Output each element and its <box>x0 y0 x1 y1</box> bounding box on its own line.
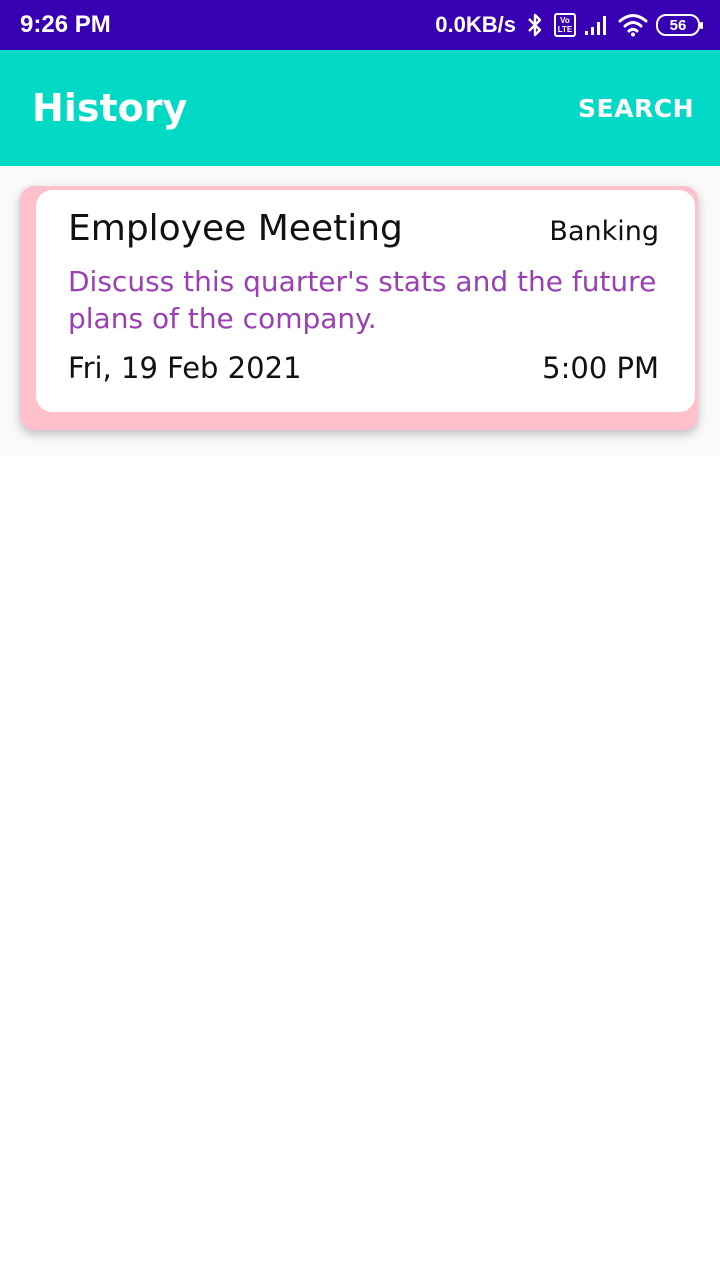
network-speed: 0.0KB/s <box>435 12 516 37</box>
event-category: Banking <box>549 216 659 247</box>
event-time: 5:00 PM <box>542 351 659 385</box>
search-button[interactable]: SEARCH <box>578 94 694 123</box>
status-icons: 0.0KB/s Vo LTE 56 <box>435 12 703 38</box>
volte-bottom-label: LTE <box>557 25 573 34</box>
volte-icon: Vo LTE <box>554 13 576 37</box>
status-time: 9:26 PM <box>20 11 111 38</box>
battery-icon: 56 <box>656 14 703 36</box>
battery-level: 56 <box>669 16 687 34</box>
volte-top-label: Vo <box>560 16 570 25</box>
event-title: Employee Meeting <box>68 208 403 249</box>
page-title: History <box>32 86 188 130</box>
cell-signal-icon <box>585 16 606 35</box>
history-card-content: Employee Meeting Banking Discuss this qu… <box>36 190 695 412</box>
wifi-icon <box>618 14 648 37</box>
history-list: Employee Meeting Banking Discuss this qu… <box>0 166 720 456</box>
history-card[interactable]: Employee Meeting Banking Discuss this qu… <box>20 186 698 430</box>
app-bar: History SEARCH <box>0 50 720 166</box>
event-date: Fri, 19 Feb 2021 <box>68 351 302 385</box>
event-description: Discuss this quarter's stats and the fut… <box>68 265 657 335</box>
status-bar: 9:26 PM 0.0KB/s Vo LTE 56 <box>0 0 720 50</box>
bluetooth-icon <box>528 13 542 37</box>
